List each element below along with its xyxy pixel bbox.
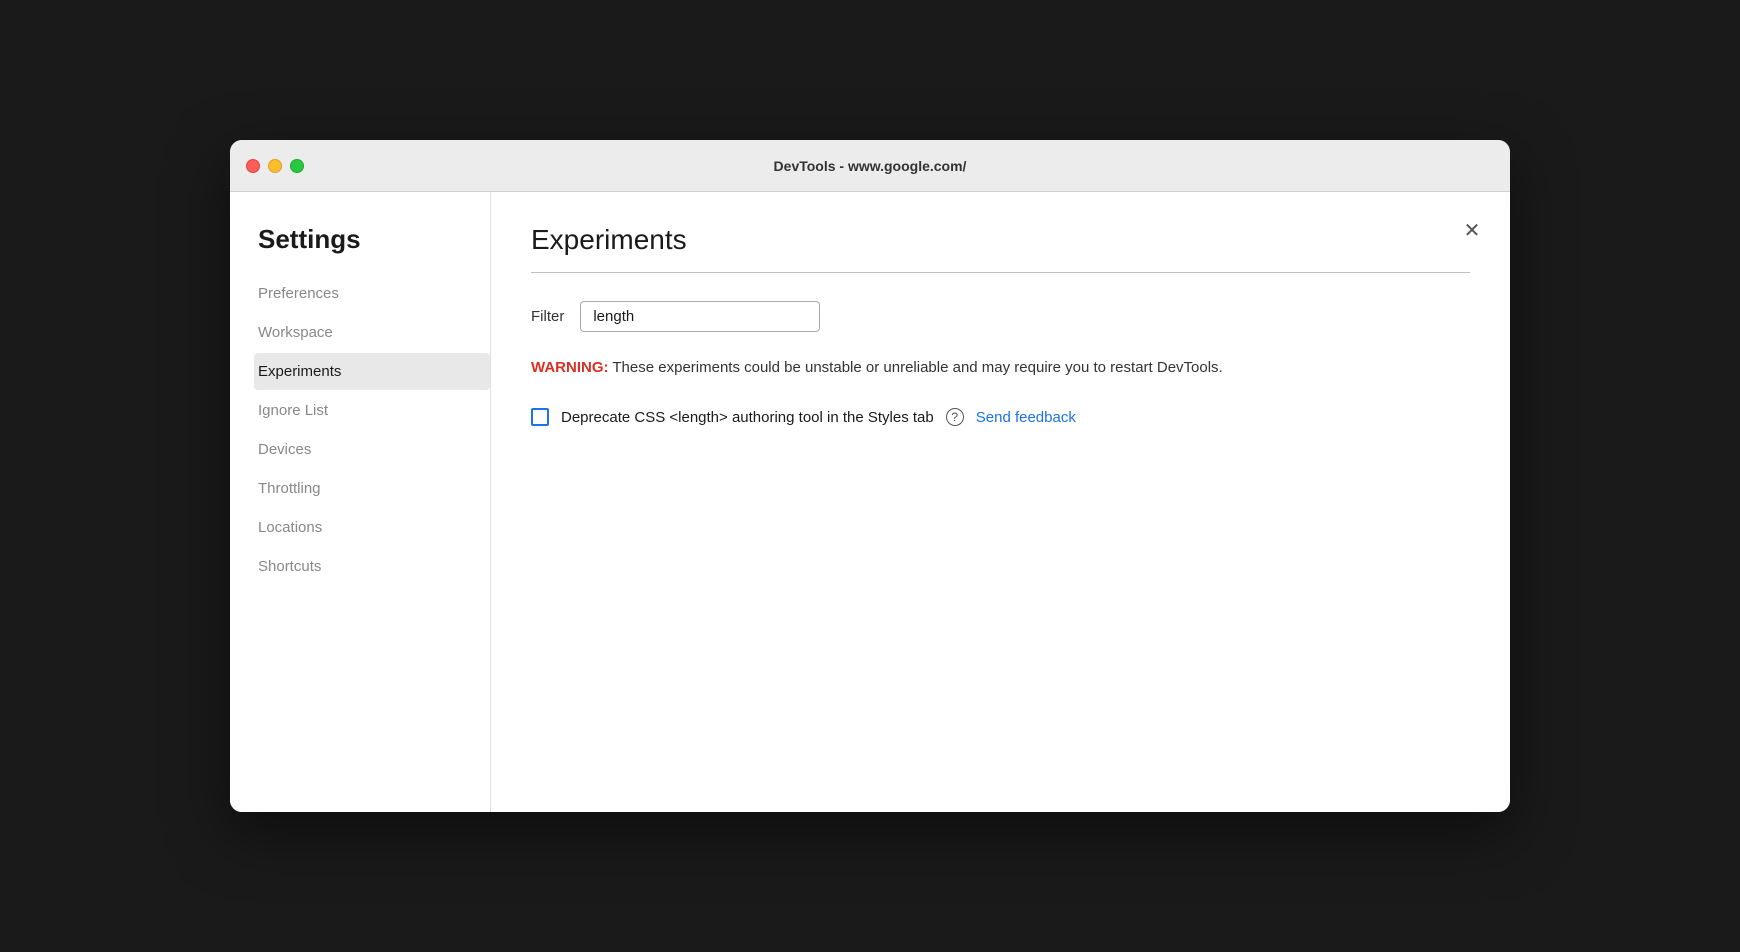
filter-input[interactable] (580, 301, 820, 332)
send-feedback-link[interactable]: Send feedback (976, 409, 1076, 426)
sidebar: Settings Preferences Workspace Experimen… (230, 192, 490, 812)
devtools-window: DevTools - www.google.com/ Settings Pref… (230, 140, 1510, 812)
minimize-window-button[interactable] (268, 159, 282, 173)
sidebar-item-ignore-list[interactable]: Ignore List (254, 392, 490, 429)
warning-text: WARNING: These experiments could be unst… (531, 356, 1391, 380)
sidebar-item-workspace[interactable]: Workspace (254, 314, 490, 351)
experiment-checkbox-deprecate-css-length[interactable] (531, 408, 549, 426)
sidebar-heading: Settings (254, 224, 490, 255)
main-content: ✕ Experiments Filter WARNING: These expe… (490, 192, 1510, 812)
help-icon[interactable]: ? (946, 408, 964, 426)
close-window-button[interactable] (246, 159, 260, 173)
title-bar: DevTools - www.google.com/ (230, 140, 1510, 192)
close-settings-button[interactable]: ✕ (1458, 216, 1486, 244)
divider (531, 272, 1470, 273)
maximize-window-button[interactable] (290, 159, 304, 173)
window-title: DevTools - www.google.com/ (774, 158, 967, 174)
experiment-label: Deprecate CSS <length> authoring tool in… (561, 409, 934, 426)
sidebar-item-throttling[interactable]: Throttling (254, 470, 490, 507)
sidebar-item-devices[interactable]: Devices (254, 431, 490, 468)
sidebar-item-shortcuts[interactable]: Shortcuts (254, 548, 490, 585)
sidebar-item-experiments[interactable]: Experiments (254, 353, 490, 390)
warning-label: WARNING: (531, 359, 609, 376)
sidebar-item-locations[interactable]: Locations (254, 509, 490, 546)
page-title: Experiments (531, 224, 1470, 256)
warning-body: These experiments could be unstable or u… (609, 359, 1223, 376)
filter-label: Filter (531, 308, 564, 325)
traffic-lights (246, 159, 304, 173)
filter-row: Filter (531, 301, 1470, 332)
sidebar-item-preferences[interactable]: Preferences (254, 275, 490, 312)
experiment-row: Deprecate CSS <length> authoring tool in… (531, 408, 1470, 426)
content-area: Settings Preferences Workspace Experimen… (230, 192, 1510, 812)
